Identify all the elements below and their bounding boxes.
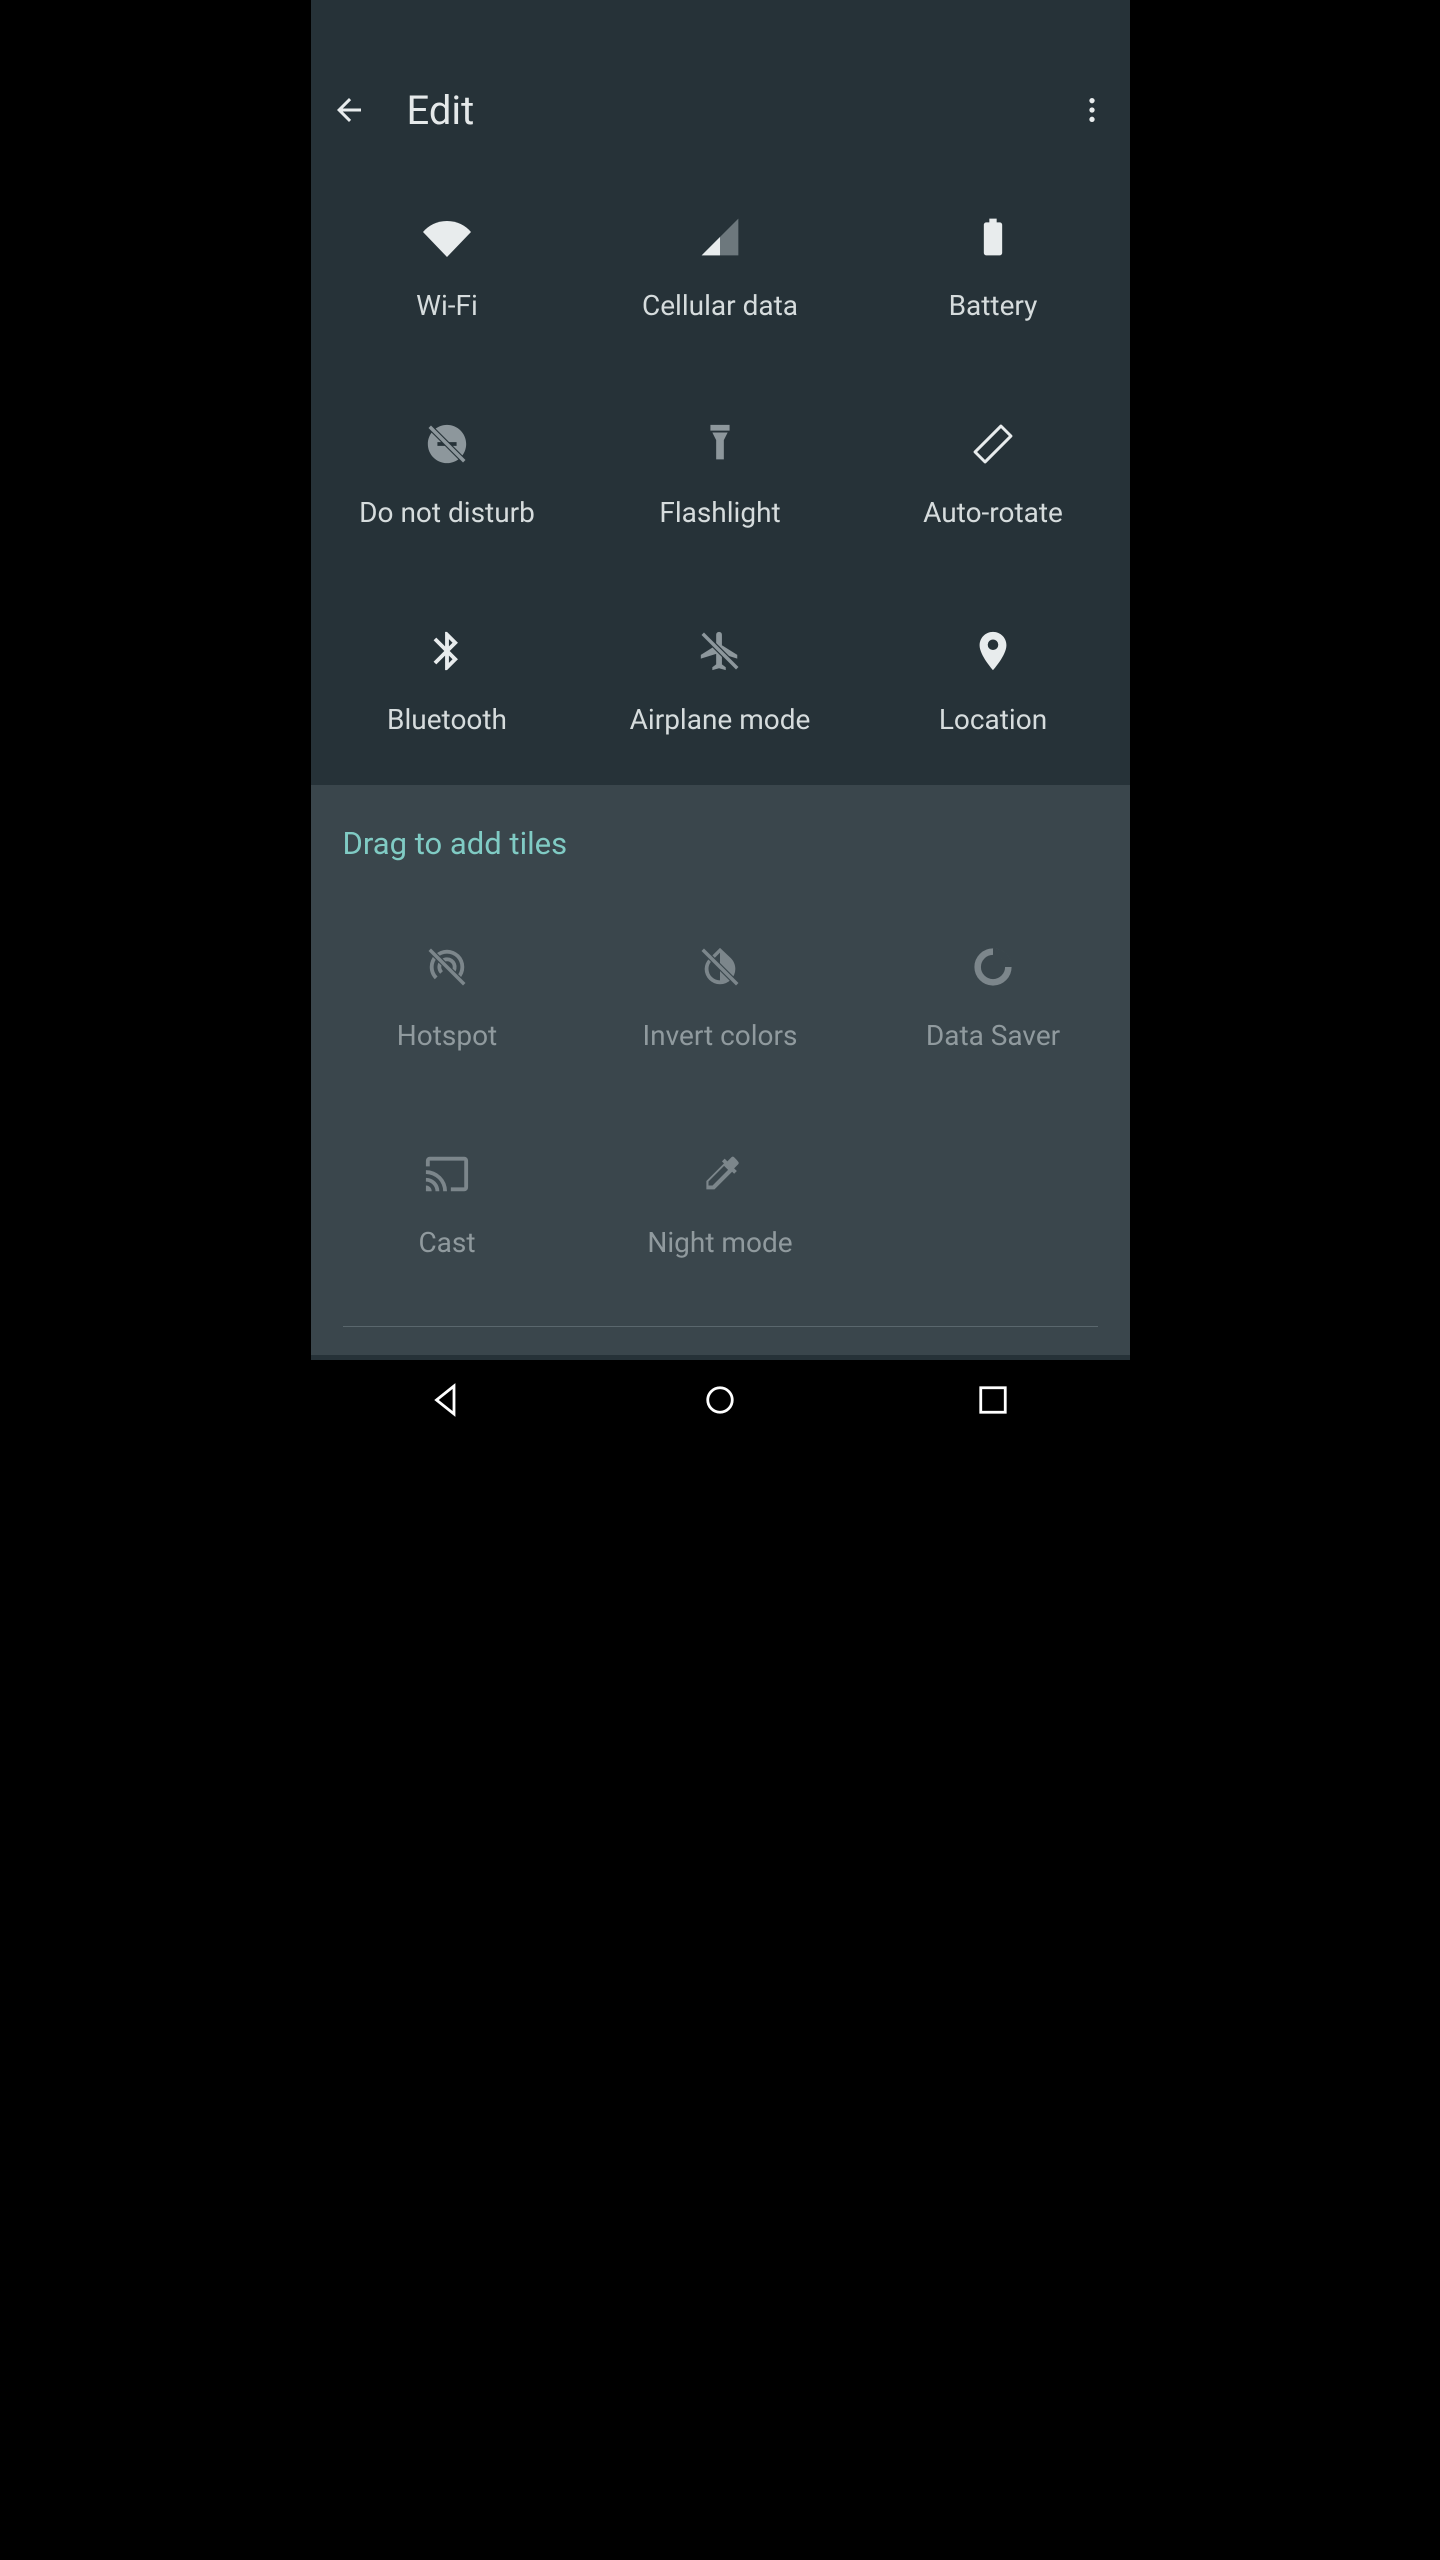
data-saver-icon xyxy=(969,943,1017,991)
arrow-left-icon xyxy=(331,92,367,128)
tile-nightmode[interactable]: Night mode xyxy=(584,1101,857,1308)
nav-home-icon xyxy=(699,1379,741,1421)
tile-label: Airplane mode xyxy=(630,703,811,736)
bluetooth-icon xyxy=(423,627,471,675)
tile-label: Do not disturb xyxy=(359,496,535,529)
more-vert-icon xyxy=(1076,94,1108,126)
tile-flashlight[interactable]: Flashlight xyxy=(584,371,857,578)
dnd-off-icon xyxy=(423,420,471,468)
airplane-off-icon xyxy=(696,627,744,675)
tile-bluetooth[interactable]: Bluetooth xyxy=(311,578,584,785)
battery-icon xyxy=(969,213,1017,261)
wifi-icon xyxy=(423,213,471,261)
tile-empty xyxy=(857,1101,1130,1308)
inactive-tiles-grid: Hotspot Invert colors Data Saver Cast xyxy=(311,894,1130,1308)
tile-dnd[interactable]: Do not disturb xyxy=(311,371,584,578)
tile-label: Cast xyxy=(418,1226,475,1259)
tile-cellular[interactable]: Cellular data xyxy=(584,164,857,371)
system-nav-bar xyxy=(311,1360,1130,1440)
tile-label: Bluetooth xyxy=(387,703,507,736)
tile-label: Cellular data xyxy=(642,289,798,322)
active-tiles-grid: Wi-Fi Cellular data Battery Do not distu… xyxy=(311,164,1130,785)
nav-back-icon xyxy=(426,1379,468,1421)
location-icon xyxy=(969,627,1017,675)
tile-label: Battery xyxy=(949,289,1038,322)
page-title: Edit xyxy=(407,87,1072,134)
autorotate-icon xyxy=(969,420,1017,468)
screen: Edit Wi-Fi Cellular data Ba xyxy=(311,0,1130,1440)
tile-invert[interactable]: Invert colors xyxy=(584,894,857,1101)
overflow-menu-button[interactable] xyxy=(1072,94,1112,126)
eyedropper-icon xyxy=(696,1150,744,1198)
tile-wifi[interactable]: Wi-Fi xyxy=(311,164,584,371)
status-bar-spacer xyxy=(311,0,1130,56)
nav-recents-icon xyxy=(972,1379,1014,1421)
nav-back-button[interactable] xyxy=(387,1372,507,1428)
drag-hint-label: Drag to add tiles xyxy=(311,785,1130,894)
invert-colors-off-icon xyxy=(696,943,744,991)
tile-airplane[interactable]: Airplane mode xyxy=(584,578,857,785)
cast-icon xyxy=(423,1150,471,1198)
hotspot-off-icon xyxy=(423,943,471,991)
tile-datasaver[interactable]: Data Saver xyxy=(857,894,1130,1101)
tile-label: Wi-Fi xyxy=(416,289,478,322)
cellular-icon xyxy=(696,213,744,261)
inactive-section: Drag to add tiles Hotspot Invert colors … xyxy=(311,785,1130,1355)
tile-label: Flashlight xyxy=(659,496,780,529)
app-bar: Edit xyxy=(311,56,1130,164)
tile-autorotate[interactable]: Auto-rotate xyxy=(857,371,1130,578)
tile-label: Location xyxy=(939,703,1047,736)
tile-location[interactable]: Location xyxy=(857,578,1130,785)
tile-label: Invert colors xyxy=(643,1019,798,1052)
nav-recents-button[interactable] xyxy=(933,1372,1053,1428)
tile-cast[interactable]: Cast xyxy=(311,1101,584,1308)
tile-label: Hotspot xyxy=(397,1019,497,1052)
tile-battery[interactable]: Battery xyxy=(857,164,1130,371)
back-button[interactable] xyxy=(329,92,369,128)
flashlight-icon xyxy=(696,420,744,468)
tile-label: Auto-rotate xyxy=(923,496,1063,529)
tile-hotspot[interactable]: Hotspot xyxy=(311,894,584,1101)
tile-label: Night mode xyxy=(647,1226,792,1259)
nav-home-button[interactable] xyxy=(660,1372,780,1428)
tile-label: Data Saver xyxy=(926,1019,1060,1052)
